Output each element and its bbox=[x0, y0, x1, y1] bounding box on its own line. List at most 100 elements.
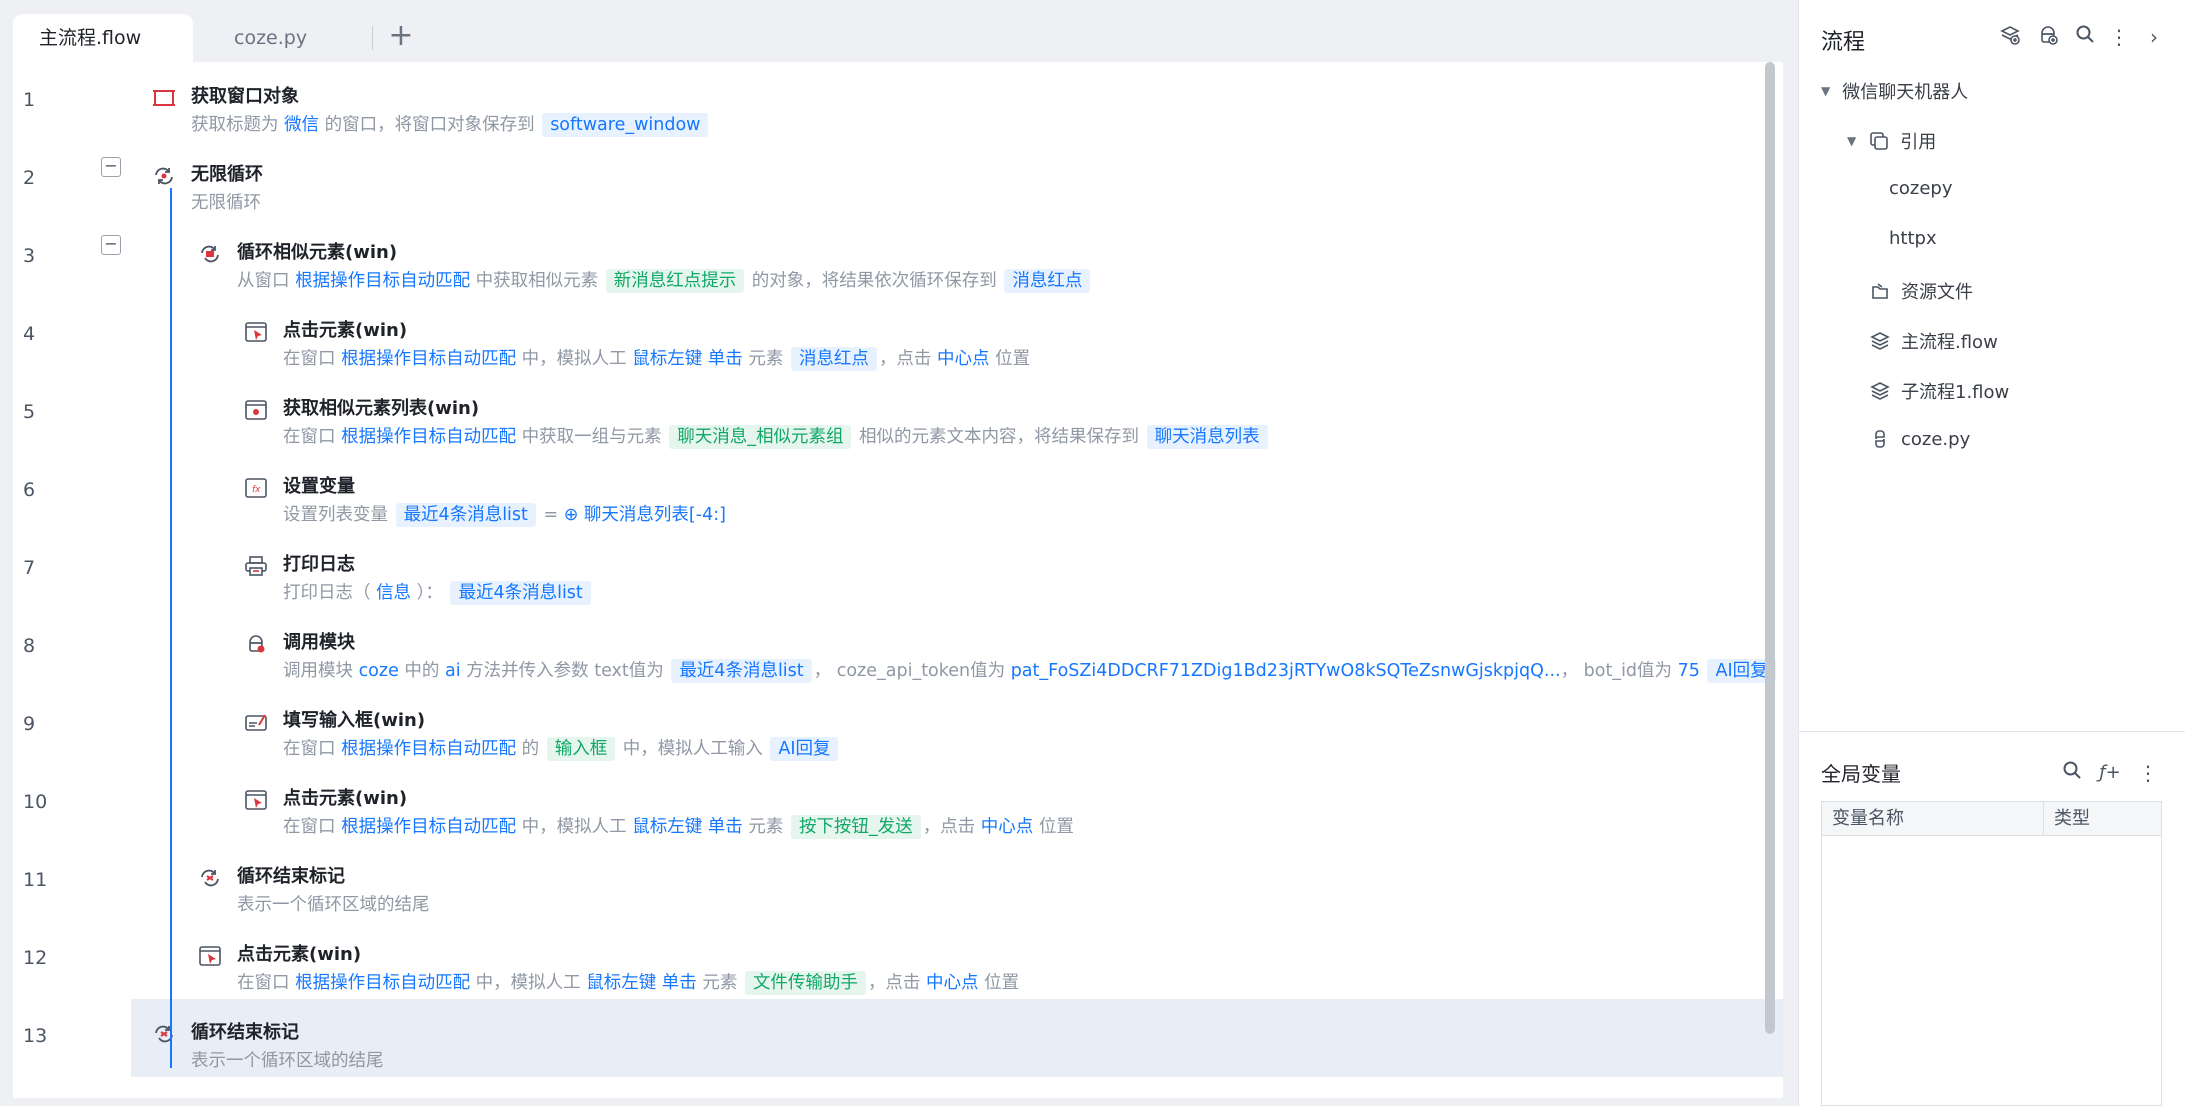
desc-text: 的窗口，将窗口对象保存到 bbox=[319, 115, 541, 135]
param-link[interactable]: 鼠标左键 bbox=[586, 973, 656, 993]
desc-text: 在窗口 bbox=[283, 427, 342, 447]
step-title[interactable]: 设置变量 bbox=[283, 472, 355, 498]
param-link[interactable]: 信息 bbox=[376, 583, 411, 603]
more-vertical-icon[interactable]: ⋮ bbox=[2135, 760, 2161, 786]
step-title[interactable]: 点击元素(win) bbox=[283, 784, 407, 810]
element-tag[interactable]: 输入框 bbox=[546, 737, 616, 761]
tree-item-sub-flow[interactable]: 子流程1.flow bbox=[1869, 378, 2009, 404]
add-module-icon[interactable] bbox=[2035, 24, 2061, 50]
step-title[interactable]: 获取窗口对象 bbox=[191, 82, 299, 108]
print-log-icon bbox=[243, 553, 269, 579]
step-title[interactable]: 循环结束标记 bbox=[191, 1018, 299, 1044]
add-flow-icon[interactable] bbox=[1997, 24, 2023, 50]
param-link[interactable]: 根据操作目标自动匹配 bbox=[341, 739, 516, 759]
flow-step-row[interactable]: 6 fx 设置变量 设置列表变量 最近4条消息list = ⊕ 聊天消息列表[-4:] bbox=[13, 453, 1783, 531]
desc-text: 获取标题为 bbox=[191, 115, 285, 135]
line-number: 10 bbox=[23, 791, 48, 813]
desc-text: 在窗口 bbox=[283, 739, 342, 759]
line-number: 11 bbox=[23, 869, 48, 891]
element-tag[interactable]: 文件传输助手 bbox=[744, 971, 866, 995]
param-link[interactable]: 微信 bbox=[284, 115, 319, 135]
add-tab-button[interactable]: + bbox=[384, 20, 418, 54]
collapse-toggle[interactable]: − bbox=[101, 157, 121, 177]
flow-step-row[interactable]: 9 填写输入框(win) 在窗口 根据操作目标自动匹配 的 输入框 中，模拟人工输入… bbox=[13, 687, 1783, 765]
step-title[interactable]: 循环相似元素(win) bbox=[237, 238, 397, 264]
tree-item-main-flow[interactable]: 主流程.flow bbox=[1869, 328, 1998, 354]
tree-item-coze-py[interactable]: coze.py bbox=[1869, 428, 1970, 450]
desc-text: 元素 bbox=[696, 973, 743, 993]
param-link[interactable]: 根据操作目标自动匹配 bbox=[341, 427, 516, 447]
param-link[interactable]: pat_FoSZi4DDCRF71ZDig1Bd23jRTYwO8kSQTeZs… bbox=[1011, 661, 1561, 681]
flow-step-row[interactable]: 10 点击元素(win) 在窗口 根据操作目标自动匹配 中，模拟人工 鼠标左键 单击… bbox=[13, 765, 1783, 843]
param-link[interactable]: 75 bbox=[1678, 661, 1700, 681]
step-title[interactable]: 调用模块 bbox=[283, 628, 355, 654]
step-title[interactable]: 循环结束标记 bbox=[237, 862, 345, 888]
step-title[interactable]: 无限循环 bbox=[191, 160, 263, 186]
param-link[interactable]: 根据操作目标自动匹配 bbox=[295, 973, 470, 993]
param-link[interactable]: 根据操作目标自动匹配 bbox=[341, 817, 516, 837]
param-link[interactable]: 根据操作目标自动匹配 bbox=[341, 349, 516, 369]
tab-main-flow[interactable]: 主流程.flow bbox=[13, 14, 193, 62]
flow-step-row[interactable]: 2− 无限循环 无限循环 bbox=[13, 141, 1783, 219]
search-icon[interactable] bbox=[2072, 24, 2098, 50]
column-header-type[interactable]: 类型 bbox=[2044, 802, 2090, 835]
param-link[interactable]: coze bbox=[359, 661, 399, 681]
vertical-scrollbar[interactable] bbox=[1765, 62, 1775, 1034]
param-link[interactable]: 单击 bbox=[708, 349, 743, 369]
param-link[interactable]: 中心点 bbox=[926, 973, 979, 993]
variable-tag[interactable]: 消息红点 bbox=[790, 347, 877, 371]
flow-step-row[interactable]: 1 获取窗口对象 获取标题为 微信 的窗口，将窗口对象保存到 software_wi… bbox=[13, 63, 1783, 141]
more-vertical-icon[interactable]: ⋮ bbox=[2106, 24, 2132, 50]
param-link[interactable]: 鼠标左键 bbox=[632, 349, 702, 369]
tree-item-refs[interactable]: ▼ 引用 bbox=[1847, 128, 1936, 154]
variable-tag[interactable]: AI回复 bbox=[770, 737, 839, 761]
param-link[interactable]: 鼠标左键 bbox=[632, 817, 702, 837]
step-title[interactable]: 点击元素(win) bbox=[283, 316, 407, 342]
column-header-name[interactable]: 变量名称 bbox=[1822, 802, 2044, 835]
flow-step-row[interactable]: 8 调用模块 调用模块 coze 中的 ai 方法并传入参数 text值为 最近4条… bbox=[13, 609, 1783, 687]
collapse-toggle[interactable]: − bbox=[101, 235, 121, 255]
tree-item-resources[interactable]: 资源文件 bbox=[1869, 278, 1973, 304]
flow-step-row[interactable]: 5 获取相似元素列表(win) 在窗口 根据操作目标自动匹配 中获取一组与元素 聊天… bbox=[13, 375, 1783, 453]
variable-tag[interactable]: 消息红点 bbox=[1004, 269, 1091, 293]
desc-text: 元素 bbox=[742, 817, 789, 837]
element-tag[interactable]: 按下按钮_发送 bbox=[790, 815, 921, 839]
desc-text: 无限循环 bbox=[191, 193, 261, 213]
flow-step-row[interactable]: 7 打印日志 打印日志（ 信息 ）： 最近4条消息list bbox=[13, 531, 1783, 609]
step-title[interactable]: 点击元素(win) bbox=[237, 940, 361, 966]
param-link[interactable]: ⊕ 聊天消息列表[-4:] bbox=[564, 505, 726, 525]
flow-step-row[interactable]: 3 − 循环相似元素(win) 从窗口 根据操作目标自动匹配 中获取相似元素 新消息红… bbox=[13, 219, 1783, 297]
tab-coze-py[interactable]: coze.py bbox=[208, 14, 368, 62]
param-link[interactable]: 单击 bbox=[708, 817, 743, 837]
step-title[interactable]: 填写输入框(win) bbox=[283, 706, 425, 732]
step-title[interactable]: 打印日志 bbox=[283, 550, 355, 576]
search-variables-icon[interactable] bbox=[2059, 760, 2085, 786]
add-variable-icon[interactable]: ƒ+ bbox=[2097, 760, 2123, 786]
desc-text: 位置 bbox=[978, 973, 1020, 993]
param-link[interactable]: 根据操作目标自动匹配 bbox=[295, 271, 470, 291]
variable-tag[interactable]: 聊天消息列表 bbox=[1146, 425, 1268, 449]
variable-tag[interactable]: 最近4条消息list bbox=[395, 503, 536, 527]
tree-item-httpx[interactable]: httpx bbox=[1889, 228, 1937, 249]
flow-step-row[interactable]: 11 循环结束标记 表示一个循环区域的结尾 bbox=[13, 843, 1783, 921]
tree-item-cozepy[interactable]: cozepy bbox=[1889, 178, 1953, 199]
collapse-panel-icon[interactable]: › bbox=[2141, 24, 2167, 50]
element-tag[interactable]: 新消息红点提示 bbox=[605, 269, 745, 293]
param-link[interactable]: 单击 bbox=[662, 973, 697, 993]
desc-text: 位置 bbox=[1033, 817, 1074, 837]
param-link[interactable]: 中心点 bbox=[937, 349, 990, 369]
panel-divider bbox=[1799, 731, 2185, 732]
variable-tag[interactable]: 最近4条消息list bbox=[671, 659, 812, 683]
step-title[interactable]: 获取相似元素列表(win) bbox=[283, 394, 479, 420]
param-link[interactable]: 中心点 bbox=[981, 817, 1034, 837]
step-description: 在窗口 根据操作目标自动匹配 中，模拟人工 鼠标左键 单击 元素 文件传输助手，… bbox=[237, 969, 1020, 995]
param-link[interactable]: ai bbox=[445, 661, 461, 681]
element-tag[interactable]: 聊天消息_相似元素组 bbox=[669, 425, 852, 449]
variable-tag[interactable]: 最近4条消息list bbox=[450, 581, 591, 605]
tree-root[interactable]: ▼ 微信聊天机器人 bbox=[1821, 78, 1968, 104]
variable-tag[interactable]: software_window bbox=[542, 113, 709, 137]
flow-step-row[interactable]: 13 循环结束标记 表示一个循环区域的结尾 bbox=[13, 999, 1783, 1077]
flow-step-row[interactable]: 12 点击元素(win) 在窗口 根据操作目标自动匹配 中，模拟人工 鼠标左键 单击… bbox=[13, 921, 1783, 999]
desc-text: 中获取一组与元素 bbox=[516, 427, 668, 447]
flow-step-row[interactable]: 4 点击元素(win) 在窗口 根据操作目标自动匹配 中，模拟人工 鼠标左键 单击 … bbox=[13, 297, 1783, 375]
